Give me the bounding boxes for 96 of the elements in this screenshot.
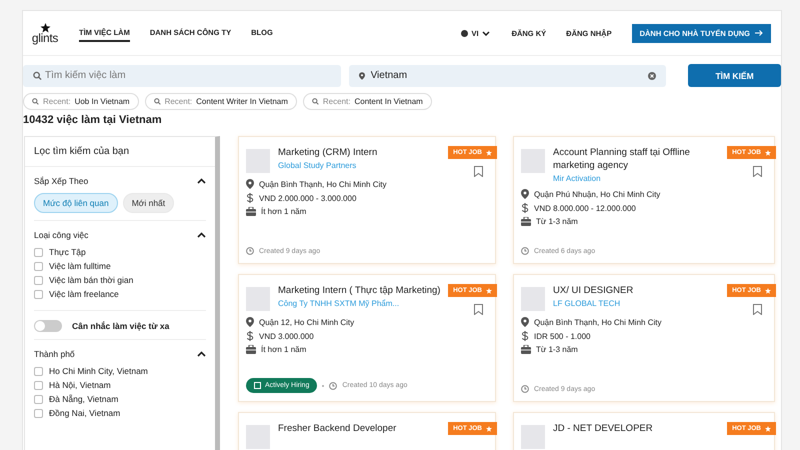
dollar-icon <box>246 331 254 341</box>
search-icon <box>33 71 42 80</box>
calendar-icon <box>254 382 261 389</box>
experience: Từ 1-3 năm <box>536 345 578 354</box>
recent-search-chip[interactable]: Recent: Content Writer In Vietnam <box>144 93 297 110</box>
clock-icon <box>329 382 338 390</box>
company-logo <box>521 149 545 173</box>
company-logo <box>246 425 270 449</box>
star-icon <box>486 426 492 432</box>
section-title: Sắp Xếp Theo <box>34 176 88 186</box>
location-pin-icon <box>246 317 254 327</box>
dollar-icon <box>246 193 254 203</box>
dollar-icon <box>521 331 529 341</box>
checkbox[interactable] <box>34 366 43 376</box>
briefcase-icon <box>521 345 531 354</box>
toggle-label: Cân nhắc làm việc từ xa <box>72 321 170 331</box>
checkbox[interactable] <box>34 262 43 270</box>
experience: Từ 1-3 năm <box>536 217 578 226</box>
job-location: Quận 12, Ho Chi Minh City <box>259 318 354 326</box>
checkbox-label: Thực Tập <box>49 247 86 257</box>
star-icon <box>40 22 50 32</box>
briefcase-icon <box>246 345 256 354</box>
salary: VND 3.000.000 <box>259 332 314 340</box>
job-search-field[interactable]: Tìm kiếm việc làm <box>23 64 341 86</box>
star-icon <box>486 288 492 294</box>
location-pin-icon <box>521 317 529 327</box>
salary: VND 8.000.000 - 12.000.000 <box>534 204 636 212</box>
location-pin-icon <box>246 179 254 189</box>
company-logo <box>521 287 545 311</box>
company-logo <box>521 425 545 449</box>
job-location: Quận Bình Thạnh, Ho Chi Minh City <box>259 180 386 188</box>
bookmark-icon[interactable] <box>753 166 762 177</box>
checkbox[interactable] <box>34 380 43 390</box>
section-title: Loại công việc <box>34 230 88 240</box>
section-title: Thành phố <box>34 349 75 359</box>
checkbox[interactable] <box>34 394 43 404</box>
briefcase-icon <box>521 217 531 226</box>
job-title[interactable]: Fresher Backend Developer <box>278 422 448 435</box>
star-icon <box>765 288 771 294</box>
location-pin-icon <box>358 70 365 80</box>
checkbox-label: Ho Chi Minh City, Vietnam <box>49 366 148 376</box>
checkbox[interactable] <box>34 290 43 298</box>
sort-option[interactable]: Mức độ liên quan <box>34 193 118 213</box>
chevron-up-icon[interactable] <box>197 232 206 238</box>
bookmark-icon[interactable] <box>474 166 483 177</box>
star-icon <box>486 150 492 156</box>
filter-panel-title: Lọc tìm kiếm của bạn <box>25 137 215 167</box>
checkbox[interactable] <box>34 276 43 284</box>
job-location: Quận Phú Nhuận, Ho Chi Minh City <box>534 190 660 198</box>
job-title[interactable]: Marketing Intern ( Thực tập Marketing) <box>278 284 448 297</box>
job-title[interactable]: Account Planning staff tại Offline marketing agency <box>553 146 723 172</box>
bookmark-icon[interactable] <box>753 304 762 315</box>
location-field[interactable]: Vietnam <box>348 64 666 86</box>
chevron-up-icon[interactable] <box>197 351 206 357</box>
checkbox-label: Việc làm bán thời gian <box>49 275 134 285</box>
company-logo <box>246 149 270 173</box>
clock-icon <box>521 247 529 255</box>
search-button[interactable]: TÌM KIẾM <box>688 64 781 87</box>
checkbox-label: Việc làm freelance <box>49 289 119 299</box>
chevron-down-icon[interactable] <box>482 30 490 36</box>
glints-logo[interactable]: glints <box>32 32 58 44</box>
job-title[interactable]: UX/ UI DESIGNER <box>553 284 723 297</box>
checkbox-label: Đà Nẵng, Vietnam <box>49 394 118 404</box>
sort-option[interactable]: Mới nhất <box>122 193 174 213</box>
bookmark-icon[interactable] <box>474 304 483 315</box>
job-location: Quận Bình Thạnh, Ho Chi Minh City <box>534 318 662 326</box>
salary: VND 2.000.000 - 3.000.000 <box>259 194 356 202</box>
experience: Ít hơn 1 năm <box>261 207 306 216</box>
recent-search-chip[interactable]: Recent: Content In Vietnam <box>302 93 432 110</box>
chevron-up-icon[interactable] <box>197 178 206 184</box>
remote-toggle[interactable] <box>34 320 62 332</box>
checkbox[interactable] <box>34 248 43 256</box>
search-icon <box>312 98 319 105</box>
checkbox-label: Đồng Nai, Vietnam <box>49 408 120 418</box>
job-title[interactable]: Marketing (CRM) Intern <box>278 146 448 159</box>
search-icon <box>32 98 39 105</box>
star-icon <box>765 150 771 156</box>
result-count: 10432 việc làm tại Vietnam <box>23 113 162 126</box>
dot-separator <box>322 384 324 386</box>
briefcase-icon <box>246 207 256 216</box>
arrow-right-icon <box>755 30 763 36</box>
salary: IDR 500 - 1.000 <box>534 332 590 340</box>
clock-icon <box>521 385 529 393</box>
clear-icon[interactable] <box>648 72 656 80</box>
job-title[interactable]: JD - NET DEVELOPER <box>553 422 723 435</box>
checkbox-label: Việc làm fulltime <box>49 261 111 271</box>
star-icon <box>765 426 771 432</box>
dollar-icon <box>521 203 529 213</box>
checkbox-label: Hà Nội, Vietnam <box>49 380 111 390</box>
recent-search-chip[interactable]: Recent: Uob In Vietnam <box>23 93 139 110</box>
location-pin-icon <box>521 189 529 199</box>
experience: Ít hơn 1 năm <box>261 345 306 354</box>
search-icon <box>154 98 161 105</box>
checkbox[interactable] <box>34 408 43 418</box>
clock-icon <box>246 247 254 255</box>
company-logo <box>246 287 270 311</box>
